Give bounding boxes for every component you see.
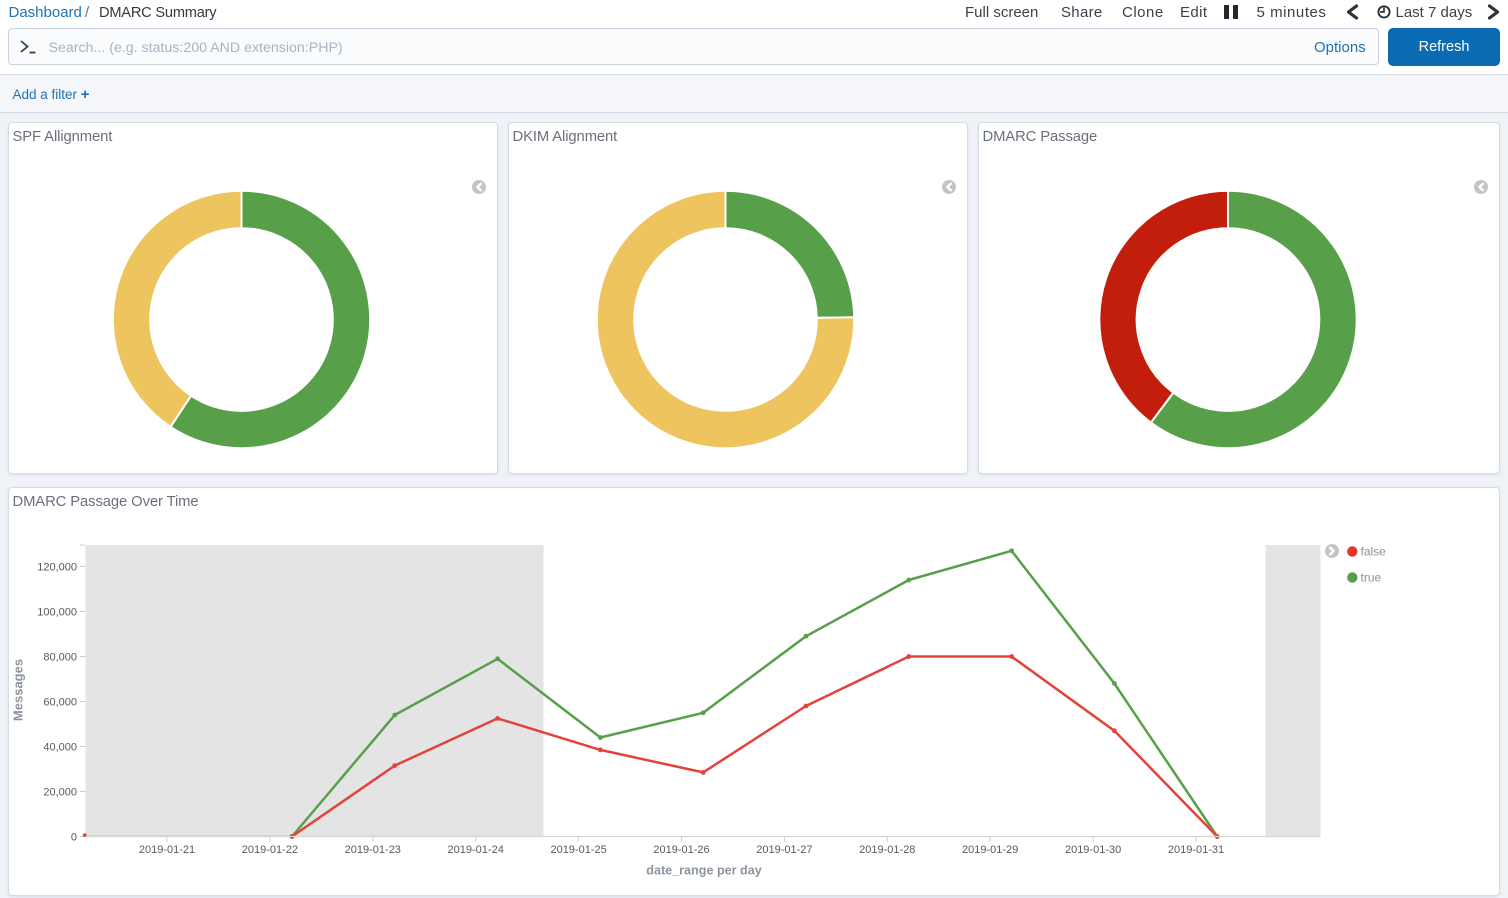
svg-text:false: false [1361,545,1387,559]
svg-text:2019-01-28: 2019-01-28 [859,844,915,856]
svg-text:date_range per day: date_range per day [646,864,762,878]
svg-text:2019-01-25: 2019-01-25 [550,844,606,856]
svg-text:Messages: Messages [11,659,26,721]
svg-text:2019-01-24: 2019-01-24 [448,844,504,856]
svg-text:2019-01-21: 2019-01-21 [139,844,195,856]
svg-text:2019-01-29: 2019-01-29 [962,844,1018,856]
svg-text:2019-01-27: 2019-01-27 [756,844,812,856]
svg-text:60,000: 60,000 [43,697,77,709]
svg-text:100,000: 100,000 [37,607,77,619]
svg-text:40,000: 40,000 [43,742,77,754]
svg-text:2019-01-30: 2019-01-30 [1065,844,1121,856]
svg-text:2019-01-26: 2019-01-26 [653,844,709,856]
svg-text:80,000: 80,000 [43,652,77,664]
svg-text:2019-01-22: 2019-01-22 [242,844,298,856]
svg-text:0: 0 [71,832,77,844]
svg-text:2019-01-23: 2019-01-23 [345,844,401,856]
svg-text:2019-01-31: 2019-01-31 [1168,844,1224,856]
svg-text:120,000: 120,000 [37,562,77,574]
svg-text:true: true [1361,571,1382,585]
svg-text:20,000: 20,000 [43,787,77,799]
